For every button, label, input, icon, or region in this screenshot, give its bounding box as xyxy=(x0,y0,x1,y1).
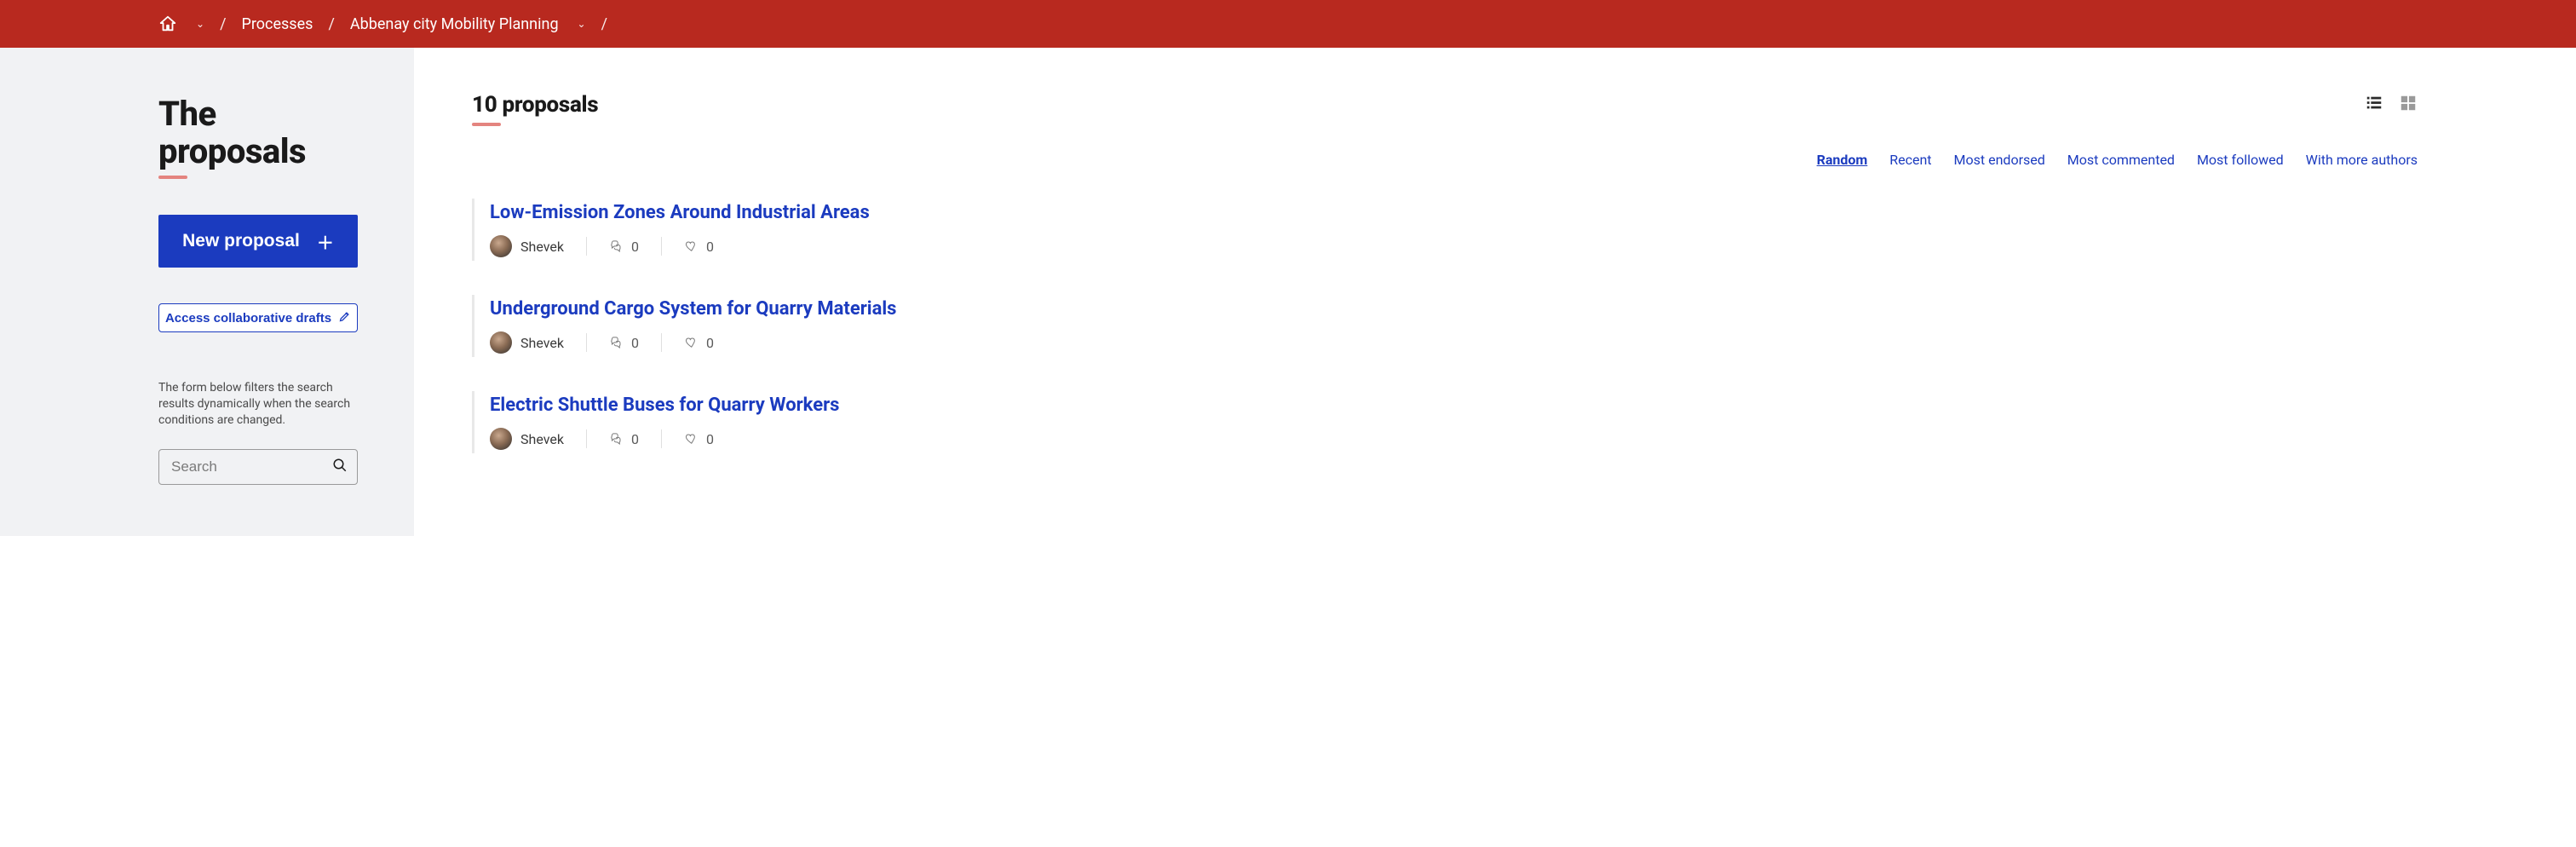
proposal-author[interactable]: Shevek xyxy=(520,335,564,351)
chevron-down-icon[interactable]: ⌄ xyxy=(196,18,204,30)
meta-separator xyxy=(586,237,587,256)
breadcrumb-separator: / xyxy=(601,15,607,33)
likes-count: 0 xyxy=(706,431,714,447)
proposal-card: Underground Cargo System for Quarry Mate… xyxy=(472,295,2418,357)
list-view-icon[interactable] xyxy=(2365,94,2383,116)
sort-most-endorsed[interactable]: Most endorsed xyxy=(1954,152,2045,168)
proposals-list: Low-Emission Zones Around Industrial Are… xyxy=(472,199,2418,453)
access-drafts-button[interactable]: Access collaborative drafts xyxy=(158,303,358,332)
breadcrumb-processes[interactable]: Processes xyxy=(242,15,313,33)
comment-icon xyxy=(609,335,624,350)
proposal-card: Electric Shuttle Buses for Quarry Worker… xyxy=(472,391,2418,453)
meta-separator xyxy=(661,429,662,448)
sort-random[interactable]: Random xyxy=(1817,152,1868,168)
heart-icon xyxy=(684,239,699,254)
breadcrumb-current[interactable]: Abbenay city Mobility Planning xyxy=(350,15,559,33)
avatar[interactable] xyxy=(490,428,512,450)
avatar[interactable] xyxy=(490,331,512,354)
pencil-icon xyxy=(338,310,351,326)
sort-most-followed[interactable]: Most followed xyxy=(2197,152,2284,168)
search-input[interactable] xyxy=(158,449,358,485)
likes-stat[interactable]: 0 xyxy=(684,431,736,447)
sort-most-commented[interactable]: Most commented xyxy=(2067,152,2175,168)
likes-stat[interactable]: 0 xyxy=(684,335,736,351)
proposals-count: 10 proposals xyxy=(472,92,598,118)
comments-count: 0 xyxy=(631,239,639,255)
comments-count: 0 xyxy=(631,431,639,447)
home-icon[interactable] xyxy=(158,14,177,33)
meta-separator xyxy=(661,237,662,256)
proposal-card: Low-Emission Zones Around Industrial Are… xyxy=(472,199,2418,261)
search-icon[interactable] xyxy=(332,458,348,476)
filter-help-text: The form below filters the search result… xyxy=(158,380,358,429)
avatar[interactable] xyxy=(490,235,512,257)
likes-count: 0 xyxy=(706,239,714,255)
proposal-title[interactable]: Low-Emission Zones Around Industrial Are… xyxy=(490,202,2418,223)
likes-count: 0 xyxy=(706,335,714,351)
comments-stat[interactable]: 0 xyxy=(609,239,661,255)
main-content: 10 proposals Random Recent Most endorsed… xyxy=(414,48,2576,536)
comment-icon xyxy=(609,431,624,447)
breadcrumb-separator: / xyxy=(220,15,226,33)
comments-count: 0 xyxy=(631,335,639,351)
new-proposal-label: New proposal xyxy=(182,231,300,251)
page-title: The proposals xyxy=(158,95,358,170)
breadcrumb-separator: / xyxy=(328,15,334,33)
meta-separator xyxy=(586,333,587,352)
sort-recent[interactable]: Recent xyxy=(1889,152,1931,168)
count-underline xyxy=(472,123,501,126)
sidebar: The proposals New proposal ＋ Access coll… xyxy=(0,48,414,536)
search-field-wrap xyxy=(158,449,358,485)
likes-stat[interactable]: 0 xyxy=(684,239,736,255)
title-underline xyxy=(158,176,187,179)
chevron-down-icon[interactable]: ⌄ xyxy=(578,18,586,30)
meta-separator xyxy=(661,333,662,352)
comment-icon xyxy=(609,239,624,254)
breadcrumb-bar: ⌄ / Processes / Abbenay city Mobility Pl… xyxy=(0,0,2576,48)
new-proposal-button[interactable]: New proposal ＋ xyxy=(158,215,358,268)
proposal-title[interactable]: Electric Shuttle Buses for Quarry Worker… xyxy=(490,395,2418,416)
comments-stat[interactable]: 0 xyxy=(609,431,661,447)
plus-icon: ＋ xyxy=(317,229,334,254)
grid-view-icon[interactable] xyxy=(2399,94,2418,116)
meta-separator xyxy=(586,429,587,448)
proposal-author[interactable]: Shevek xyxy=(520,239,564,255)
sort-tabs: Random Recent Most endorsed Most comment… xyxy=(472,152,2418,168)
access-drafts-label: Access collaborative drafts xyxy=(165,311,331,326)
proposal-author[interactable]: Shevek xyxy=(520,431,564,447)
sort-with-more-authors[interactable]: With more authors xyxy=(2306,152,2418,168)
heart-icon xyxy=(684,335,699,350)
proposal-title[interactable]: Underground Cargo System for Quarry Mate… xyxy=(490,298,2418,320)
comments-stat[interactable]: 0 xyxy=(609,335,661,351)
heart-icon xyxy=(684,431,699,447)
